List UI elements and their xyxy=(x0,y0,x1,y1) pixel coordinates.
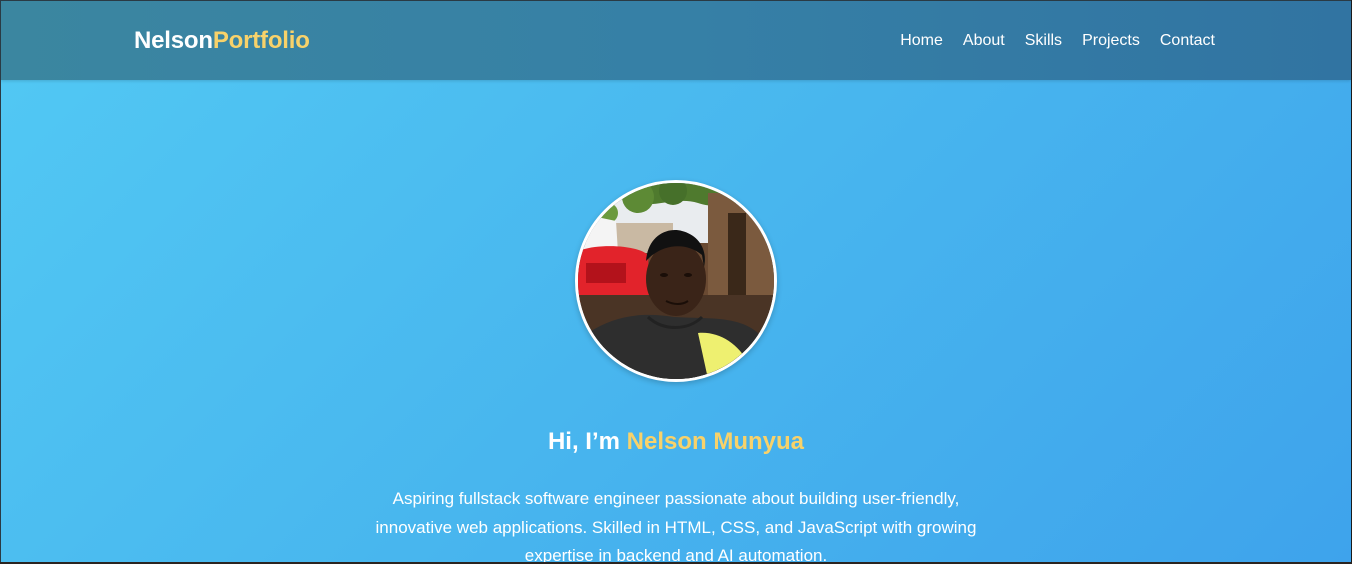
nav-link-projects[interactable]: Projects xyxy=(1082,32,1140,50)
hero-greeting: Hi, I’m Nelson Munyua xyxy=(1,428,1351,456)
profile-photo xyxy=(578,183,774,379)
brand-logo[interactable]: NelsonPortfolio xyxy=(134,27,310,55)
nav-link-about[interactable]: About xyxy=(963,32,1005,50)
brand-second: Portfolio xyxy=(212,27,310,54)
nav-menu: Home About Skills Projects Contact xyxy=(900,32,1215,50)
nav-link-home[interactable]: Home xyxy=(900,32,943,50)
profile-avatar xyxy=(575,180,777,382)
hero-bio: Aspiring fullstack software engineer pas… xyxy=(375,489,977,563)
hero-name: Nelson Munyua xyxy=(626,428,805,456)
page: NelsonPortfolio Home About Skills Projec… xyxy=(0,0,1351,563)
nav-link-contact[interactable]: Contact xyxy=(1160,32,1215,50)
greeting-prefix: Hi, I’m xyxy=(547,428,627,456)
nav-link-skills[interactable]: Skills xyxy=(1025,32,1062,50)
brand-first: Nelson xyxy=(134,27,213,54)
navbar: NelsonPortfolio Home About Skills Projec… xyxy=(1,1,1351,80)
